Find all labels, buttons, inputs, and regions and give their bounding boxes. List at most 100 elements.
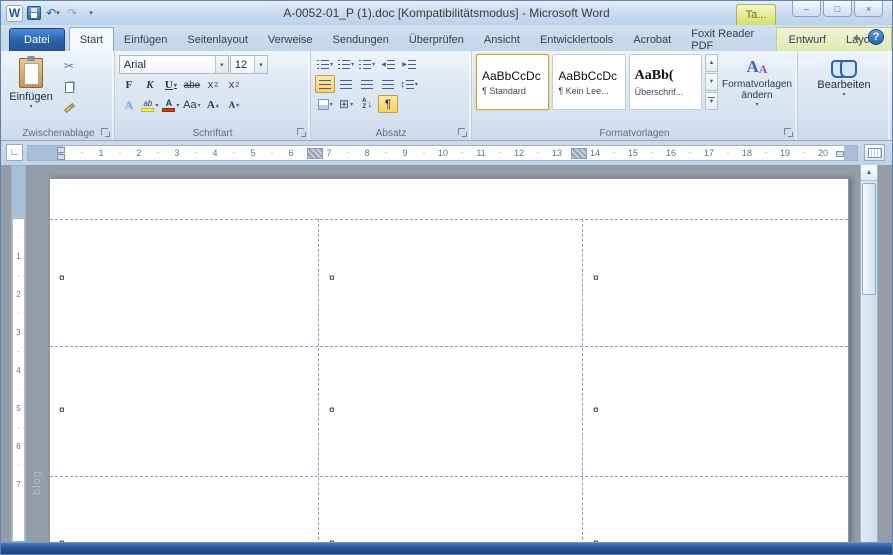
tab-überprüfen[interactable]: Überprüfen: [399, 29, 474, 51]
tab-sendungen[interactable]: Sendungen: [323, 29, 399, 51]
grow-font-button[interactable]: A ▴: [203, 96, 223, 114]
chevron-down-icon: ▾: [56, 10, 60, 17]
chevron-down-icon: ▾: [414, 81, 418, 88]
undo-button[interactable]: ↶ ▾: [45, 5, 61, 22]
tab-foxit-reader-pdf[interactable]: Foxit Reader PDF: [681, 28, 769, 52]
close-button[interactable]: ×: [854, 1, 883, 17]
right-indent-marker[interactable]: [836, 151, 844, 157]
strikethrough-button[interactable]: abe: [182, 76, 202, 94]
taskbar[interactable]: [1, 542, 892, 554]
save-button[interactable]: [26, 5, 42, 22]
font-size-combobox[interactable]: 12 ▾: [229, 55, 268, 74]
line-spacing-button[interactable]: ↕ ▾: [399, 75, 419, 93]
borders-button[interactable]: ⊞ ▾: [336, 95, 356, 113]
italic-button[interactable]: K: [140, 76, 160, 94]
ruler-number: 2: [136, 148, 142, 158]
chevron-down-icon[interactable]: ▾: [253, 56, 267, 73]
multilevel-list-button[interactable]: ▾: [357, 55, 377, 73]
first-line-indent-marker[interactable]: [57, 147, 65, 153]
superscript-button[interactable]: x2: [224, 76, 244, 94]
tab-start[interactable]: Start: [68, 27, 114, 51]
underline-button[interactable]: U ▾: [161, 76, 181, 94]
scrollbar-thumb[interactable]: [862, 183, 876, 295]
save-icon: [27, 6, 41, 20]
table-cell-marker[interactable]: ¤: [329, 405, 335, 416]
change-styles-button[interactable]: AA Formatvorlagen ändern ▾: [721, 54, 793, 120]
tab-entwicklertools[interactable]: Entwicklertools: [530, 29, 623, 51]
format-painter-icon: [63, 102, 75, 114]
sort-button[interactable]: A Z ↓: [357, 95, 377, 113]
table-cell-marker[interactable]: ¤: [59, 273, 65, 284]
increase-indent-button[interactable]: ▶: [399, 55, 419, 73]
styles-scroll-up-button[interactable]: ▲: [704, 54, 718, 72]
bold-button[interactable]: F: [119, 76, 139, 94]
shrink-font-button[interactable]: A ▾: [224, 96, 244, 114]
decrease-indent-button[interactable]: ◀: [378, 55, 398, 73]
style-standard[interactable]: AaBbCcDc ¶ Standard: [476, 54, 550, 110]
contextual-tools-header[interactable]: Ta...: [736, 4, 776, 25]
table-column-marker[interactable]: [307, 148, 323, 159]
align-left-button[interactable]: [315, 75, 336, 93]
tab-ansicht[interactable]: Ansicht: [474, 29, 530, 51]
scroll-up-button[interactable]: ▲: [861, 165, 877, 181]
editing-button[interactable]: Bearbeiten ▾: [802, 54, 886, 122]
table-cell-marker[interactable]: ¤: [329, 273, 335, 284]
format-painter-button[interactable]: [57, 98, 81, 118]
copy-button[interactable]: [57, 77, 81, 97]
text-effects-button[interactable]: A: [119, 96, 139, 114]
font-name-combobox[interactable]: Arial ▾: [118, 55, 229, 74]
word-logo-icon[interactable]: W: [6, 4, 23, 22]
align-center-button[interactable]: [336, 75, 356, 93]
tab-stop-selector[interactable]: ∟: [6, 144, 23, 161]
ruler-toggle-button[interactable]: [864, 144, 885, 161]
subscript-button[interactable]: x2: [203, 76, 223, 94]
help-icon[interactable]: ?: [868, 29, 884, 45]
vertical-scrollbar[interactable]: ▲: [860, 165, 878, 542]
customize-qat-button[interactable]: ▾: [83, 5, 99, 22]
chevron-down-icon[interactable]: ▾: [214, 56, 228, 73]
table-column-marker[interactable]: [571, 148, 587, 159]
ruler-tick: ·: [270, 147, 274, 157]
styles-more-button[interactable]: ▼: [704, 92, 718, 110]
collapse-ribbon-icon[interactable]: ∧: [853, 32, 860, 43]
shading-button[interactable]: ▾: [315, 95, 335, 113]
tab-verweise[interactable]: Verweise: [258, 29, 323, 51]
dialog-launcher-icon[interactable]: [458, 128, 468, 138]
paste-button[interactable]: Einfügen ▾: [7, 54, 55, 122]
shrink-mark-icon: ▾: [236, 102, 240, 109]
cut-button[interactable]: ✂: [57, 56, 81, 76]
dialog-launcher-icon[interactable]: [100, 128, 111, 138]
dialog-launcher-icon[interactable]: [297, 128, 307, 138]
table-cell-marker[interactable]: ¤: [593, 273, 599, 284]
page[interactable]: ¤¤¤¤¤¤¤¤¤: [49, 178, 849, 542]
style-ueberschrift[interactable]: AaBb( Überschrif...: [628, 54, 702, 110]
bullets-button[interactable]: ▾: [315, 55, 335, 73]
styles-scroll-down-button[interactable]: ▼: [704, 73, 718, 91]
minimize-button[interactable]: –: [792, 1, 821, 17]
table-cell-marker[interactable]: ¤: [593, 405, 599, 416]
show-formatting-marks-button[interactable]: ¶: [378, 95, 399, 113]
watermark: blog: [31, 470, 43, 495]
tab-seitenlayout[interactable]: Seitenlayout: [177, 29, 258, 51]
numbering-button[interactable]: ▾: [336, 55, 356, 73]
restore-button[interactable]: □: [823, 1, 852, 17]
hanging-indent-marker[interactable]: [57, 154, 65, 160]
horizontal-ruler[interactable]: · 1 · 2 · 3 · 4 · 5 · 6 · 7 · 8 · 9 · 10 · 11 · 12 · 13 · 14 · 15 · 16 ·…: [27, 145, 858, 161]
group-label-font: Schriftart: [192, 128, 233, 139]
table-cell-marker[interactable]: ¤: [59, 405, 65, 416]
chevron-down-icon: ▾: [155, 102, 159, 109]
justify-button[interactable]: [378, 75, 398, 93]
redo-button[interactable]: ↷: [64, 5, 80, 22]
font-color-button[interactable]: A ▾: [161, 96, 181, 114]
chevron-down-icon: ▾: [372, 61, 376, 68]
vertical-ruler[interactable]: · 1 · 2 · 3 · 4 · 5 · 6 · 7: [11, 165, 26, 542]
tab-acrobat[interactable]: Acrobat: [623, 29, 681, 51]
highlight-color-button[interactable]: ab ▾: [140, 96, 160, 114]
align-right-button[interactable]: [357, 75, 377, 93]
dialog-launcher-icon[interactable]: [784, 128, 794, 138]
style-kein-leerraum[interactable]: AaBbCcDc ¶ Kein Lee...: [552, 54, 626, 110]
tab-datei[interactable]: Datei: [9, 28, 65, 51]
tab-entwurf[interactable]: Entwurf: [779, 29, 836, 51]
tab-einfügen[interactable]: Einfügen: [114, 29, 177, 51]
change-case-button[interactable]: Aa ▾: [182, 96, 202, 114]
